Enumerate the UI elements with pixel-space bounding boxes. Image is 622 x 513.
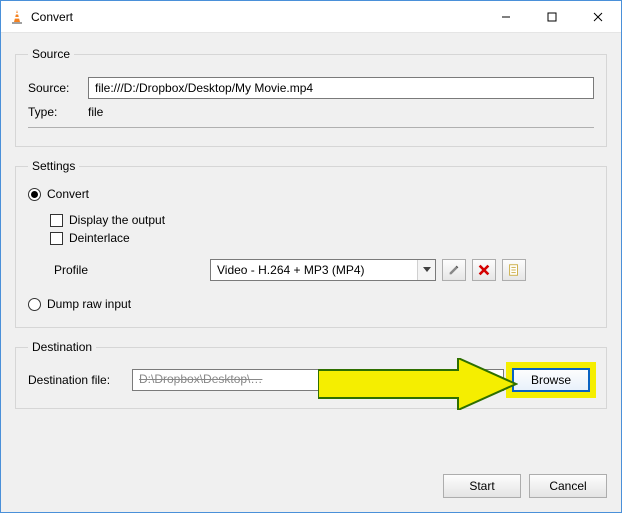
convert-radio[interactable]: Convert [28, 187, 594, 201]
deinterlace-label: Deinterlace [69, 231, 130, 245]
settings-group: Settings Convert Display the output Dein… [15, 159, 607, 328]
checkbox-icon [50, 232, 63, 245]
radio-icon [28, 298, 41, 311]
convert-dialog: Convert Source Source: Type: file [0, 0, 622, 513]
start-button[interactable]: Start [443, 474, 521, 498]
chevron-down-icon [417, 260, 435, 280]
source-input[interactable] [88, 77, 594, 99]
type-label: Type: [28, 105, 82, 119]
titlebar: Convert [1, 1, 621, 33]
profile-label: Profile [54, 263, 204, 277]
browse-button[interactable]: Browse [512, 368, 590, 392]
destination-file-label: Destination file: [28, 373, 128, 387]
destination-legend: Destination [28, 340, 96, 354]
source-group: Source Source: Type: file [15, 47, 607, 147]
cancel-button[interactable]: Cancel [529, 474, 607, 498]
delete-profile-button[interactable] [472, 259, 496, 281]
profile-combobox[interactable]: Video - H.264 + MP3 (MP4) [210, 259, 436, 281]
destination-file-input[interactable]: D:\Dropbox\Desktop\… [132, 369, 504, 391]
dialog-footer: Start Cancel [1, 474, 621, 512]
dump-raw-radio[interactable]: Dump raw input [28, 297, 594, 311]
radio-icon [28, 188, 41, 201]
maximize-button[interactable] [529, 1, 575, 33]
edit-profile-button[interactable] [442, 259, 466, 281]
window-title: Convert [31, 10, 73, 24]
source-legend: Source [28, 47, 74, 61]
destination-group: Destination Destination file: D:\Dropbox… [15, 340, 607, 409]
dump-raw-label: Dump raw input [47, 297, 131, 311]
checkbox-icon [50, 214, 63, 227]
display-output-checkbox[interactable]: Display the output [50, 213, 594, 227]
new-profile-button[interactable] [502, 259, 526, 281]
vlc-icon [9, 9, 25, 25]
close-button[interactable] [575, 1, 621, 33]
settings-legend: Settings [28, 159, 79, 173]
display-output-label: Display the output [69, 213, 165, 227]
source-label: Source: [28, 81, 82, 95]
convert-radio-label: Convert [47, 187, 89, 201]
profile-value: Video - H.264 + MP3 (MP4) [211, 263, 417, 277]
type-value: file [88, 105, 103, 119]
deinterlace-checkbox[interactable]: Deinterlace [50, 231, 594, 245]
minimize-button[interactable] [483, 1, 529, 33]
